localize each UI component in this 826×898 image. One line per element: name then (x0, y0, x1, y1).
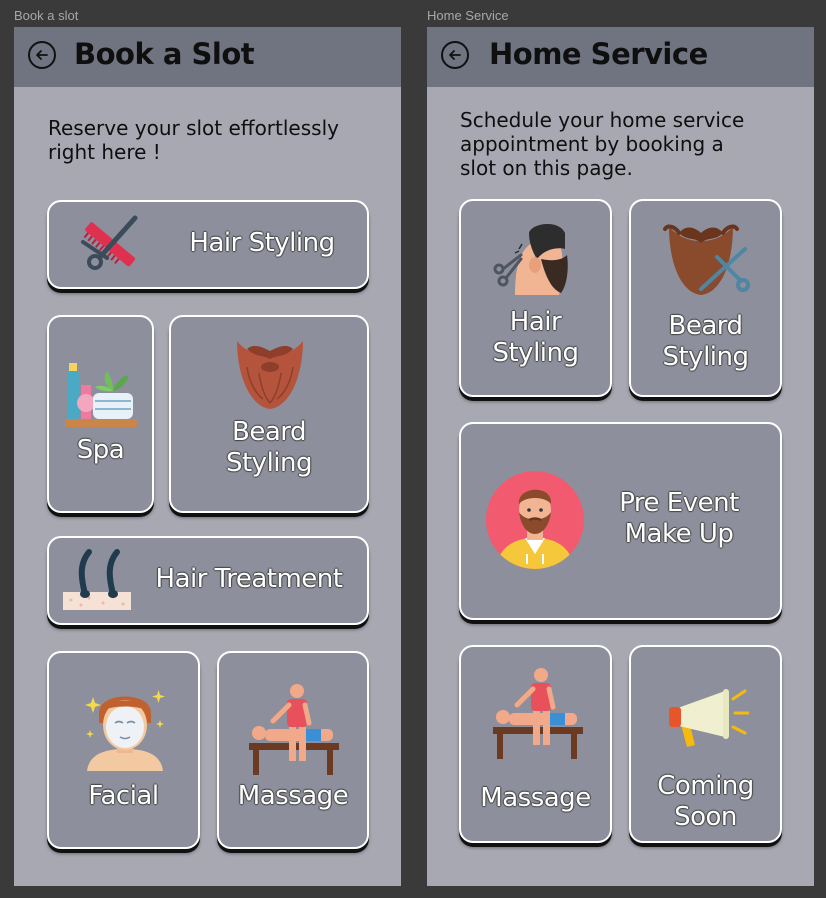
home-beard-styling-label: Beard Styling (662, 311, 749, 372)
frame-label-home-service: Home Service (427, 8, 509, 23)
app-bar: Home Service (427, 27, 814, 87)
hair-treatment-card[interactable]: Hair Treatment (47, 536, 369, 625)
massage-label: Massage (237, 781, 349, 811)
barber-haircut-icon (493, 223, 568, 295)
back-button[interactable] (28, 41, 56, 69)
home-massage-label: Massage (480, 783, 591, 813)
back-button[interactable] (441, 41, 469, 69)
page-subtitle: Reserve your slot effortlessly right her… (48, 116, 339, 164)
spa-label: Spa (76, 435, 125, 465)
beard-styling-label: Beard Styling (225, 417, 313, 478)
book-a-slot-screen: Book a Slot Reserve your slot effortless… (14, 27, 401, 886)
massage-icon (249, 684, 339, 775)
facial-card[interactable]: Facial (47, 651, 200, 849)
pre-event-makeup-card[interactable]: Pre Event Make Up (459, 422, 782, 620)
man-avatar-icon (486, 471, 584, 569)
arrow-left-icon (449, 50, 461, 60)
beard-styling-card[interactable]: Beard Styling (169, 315, 369, 513)
hair-follicle-icon (63, 549, 131, 610)
massage-icon (493, 668, 583, 759)
scissors-comb-icon (81, 215, 138, 270)
hair-styling-card[interactable]: Hair Styling (47, 200, 369, 289)
page-title: Book a Slot (74, 37, 255, 71)
spa-products-icon (65, 363, 137, 427)
facial-label: Facial (88, 781, 159, 811)
beard-scissors-icon (663, 224, 750, 295)
page-title: Home Service (489, 37, 708, 71)
beard-icon (237, 341, 303, 409)
coming-soon-card[interactable]: Coming Soon (629, 645, 782, 843)
pre-event-makeup-label: Pre Event Make Up (619, 488, 739, 549)
spa-card[interactable]: Spa (47, 315, 154, 513)
face-mask-icon (85, 690, 165, 771)
page-subtitle: Schedule your home service appointment b… (460, 108, 745, 180)
hair-styling-label: Hair Styling (189, 228, 335, 258)
massage-card[interactable]: Massage (217, 651, 369, 849)
coming-soon-label: Coming Soon (657, 771, 754, 832)
home-hair-styling-card[interactable]: Hair Styling (459, 199, 612, 397)
megaphone-icon (669, 689, 749, 747)
app-bar: Book a Slot (14, 27, 401, 87)
frame-label-book-a-slot: Book a slot (14, 8, 79, 23)
home-service-screen: Home Service Schedule your home service … (427, 27, 814, 886)
home-beard-styling-card[interactable]: Beard Styling (629, 199, 782, 397)
home-hair-styling-label: Hair Styling (492, 307, 579, 368)
arrow-left-icon (36, 50, 48, 60)
home-massage-card[interactable]: Massage (459, 645, 612, 843)
hair-treatment-label: Hair Treatment (155, 564, 343, 594)
